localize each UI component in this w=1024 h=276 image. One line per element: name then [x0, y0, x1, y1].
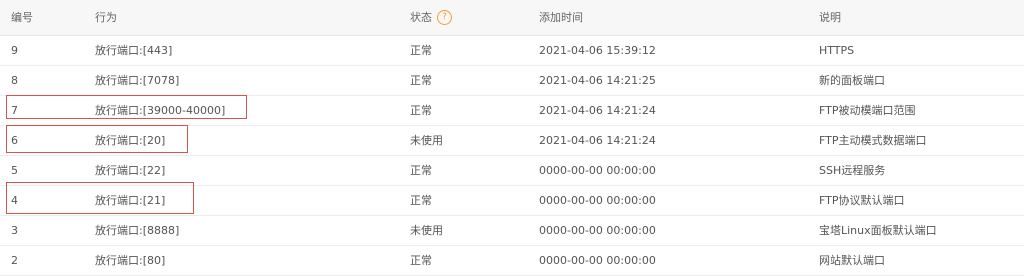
column-header-desc[interactable]: 说明 [819, 0, 841, 35]
row-status: 未使用 [410, 134, 443, 147]
row-time: 2021-04-06 15:39:12 [539, 44, 656, 57]
row-id: 6 [11, 134, 18, 147]
column-header-action[interactable]: 行为 [95, 0, 117, 35]
row-desc: 宝塔Linux面板默认端口 [819, 224, 937, 237]
row-action: 放行端口:[443] [95, 44, 173, 57]
column-header-time[interactable]: 添加时间 [539, 0, 583, 35]
table-row[interactable]: 4 放行端口:[21] 正常 0000-00-00 00:00:00 FTP协议… [0, 186, 1024, 216]
row-id: 2 [11, 254, 18, 267]
row-id: 5 [11, 164, 18, 177]
table-row[interactable]: 2 放行端口:[80] 正常 0000-00-00 00:00:00 网站默认端… [0, 246, 1024, 276]
row-action: 放行端口:[39000-40000] [95, 104, 226, 117]
table-row[interactable]: 7 放行端口:[39000-40000] 正常 2021-04-06 14:21… [0, 96, 1024, 126]
row-action: 放行端口:[21] [95, 194, 166, 207]
table-header: 编号 行为 状态 ? 添加时间 说明 [0, 0, 1024, 36]
row-action: 放行端口:[22] [95, 164, 166, 177]
row-time: 0000-00-00 00:00:00 [539, 194, 656, 207]
row-action: 放行端口:[8888] [95, 224, 180, 237]
row-desc: HTTPS [819, 44, 855, 57]
table-row[interactable]: 8 放行端口:[7078] 正常 2021-04-06 14:21:25 新的面… [0, 66, 1024, 96]
table-row[interactable]: 3 放行端口:[8888] 未使用 0000-00-00 00:00:00 宝塔… [0, 216, 1024, 246]
table-row[interactable]: 6 放行端口:[20] 未使用 2021-04-06 14:21:24 FTP主… [0, 126, 1024, 156]
row-desc: 网站默认端口 [819, 254, 885, 267]
row-desc: FTP协议默认端口 [819, 194, 905, 207]
row-desc: FTP被动模端口范围 [819, 104, 916, 117]
row-id: 3 [11, 224, 18, 237]
row-action: 放行端口:[7078] [95, 74, 180, 87]
question-mark-circle-icon[interactable]: ? [437, 10, 452, 25]
row-status: 正常 [410, 74, 432, 87]
table-row[interactable]: 5 放行端口:[22] 正常 0000-00-00 00:00:00 SSH远程… [0, 156, 1024, 186]
row-status: 正常 [410, 194, 432, 207]
row-id: 9 [11, 44, 18, 57]
row-action: 放行端口:[80] [95, 254, 166, 267]
row-status: 正常 [410, 254, 432, 267]
row-desc: FTP主动模式数据端口 [819, 134, 927, 147]
row-status: 正常 [410, 164, 432, 177]
row-time: 2021-04-06 14:21:25 [539, 74, 656, 87]
row-desc: 新的面板端口 [819, 74, 885, 87]
row-time: 0000-00-00 00:00:00 [539, 224, 656, 237]
row-id: 8 [11, 74, 18, 87]
row-status: 未使用 [410, 224, 443, 237]
row-time: 0000-00-00 00:00:00 [539, 254, 656, 267]
row-desc: SSH远程服务 [819, 164, 886, 177]
column-header-status[interactable]: 状态 [410, 0, 432, 35]
row-status: 正常 [410, 44, 432, 57]
column-header-id[interactable]: 编号 [11, 0, 33, 35]
table-row[interactable]: 9 放行端口:[443] 正常 2021-04-06 15:39:12 HTTP… [0, 36, 1024, 66]
row-time: 0000-00-00 00:00:00 [539, 164, 656, 177]
row-action: 放行端口:[20] [95, 134, 166, 147]
row-time: 2021-04-06 14:21:24 [539, 134, 656, 147]
row-time: 2021-04-06 14:21:24 [539, 104, 656, 117]
row-status: 正常 [410, 104, 432, 117]
row-id: 7 [11, 104, 18, 117]
row-id: 4 [11, 194, 18, 207]
